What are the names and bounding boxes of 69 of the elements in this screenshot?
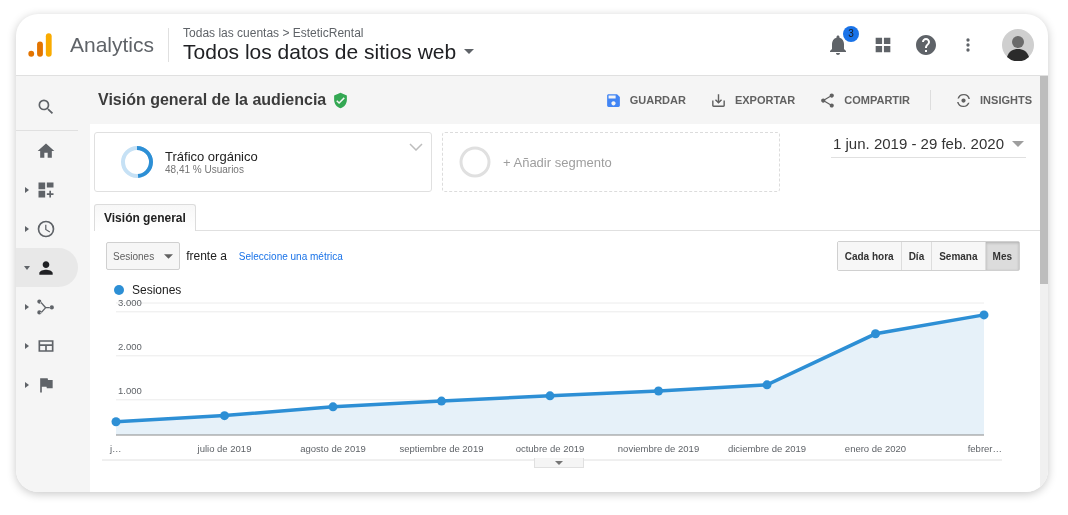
data-point <box>220 411 229 421</box>
metric-dropdown[interactable]: Sesiones <box>106 242 181 270</box>
segment-card[interactable]: Tráfico orgánico 48,41 % Usuarios <box>94 132 432 192</box>
x-tick-label: j… <box>110 443 122 454</box>
save-icon <box>604 91 622 109</box>
caret-icon <box>464 49 475 54</box>
x-tick-label: diciembre de 2019 <box>727 443 807 454</box>
segment-name: Tráfico orgánico <box>165 149 258 164</box>
caret-icon <box>164 253 174 259</box>
shield-check-icon <box>332 91 350 109</box>
help-icon[interactable] <box>914 32 938 57</box>
add-segment-label: + Añadir segmento <box>503 154 612 170</box>
granularity-button[interactable]: Día <box>901 242 933 270</box>
circle-icon <box>457 144 493 180</box>
report-title: Visión general de la audiencia <box>98 91 327 109</box>
y-tick-label: 3.000 <box>118 297 142 308</box>
search-icon <box>36 97 56 117</box>
x-tick-label: julio de 2019 <box>197 443 252 454</box>
toolbar-button[interactable]: EXPORTAR <box>709 91 796 109</box>
legend-dot <box>114 285 124 295</box>
data-point <box>871 329 880 339</box>
caret-icon <box>24 342 30 349</box>
data-point <box>654 386 663 396</box>
view-selector[interactable]: Todos los datos de sitios web <box>183 39 475 64</box>
nav-item[interactable] <box>16 248 78 287</box>
toolbar-button[interactable]: GUARDAR <box>604 91 686 109</box>
avatar[interactable] <box>1002 28 1034 61</box>
toolbar-button[interactable]: INSIGHTS <box>955 91 1032 109</box>
target-icon <box>955 91 973 109</box>
granularity-button[interactable]: Cada hora <box>837 242 902 270</box>
notification-badge: 3 <box>843 25 859 42</box>
x-tick-label: enero de 2020 <box>844 443 907 454</box>
caret-icon <box>24 225 30 232</box>
data-point <box>111 417 121 427</box>
y-tick-label: 1.000 <box>118 384 142 396</box>
data-point <box>328 402 338 412</box>
caret-icon <box>24 303 30 310</box>
granularity-button[interactable]: Semana <box>932 242 986 270</box>
donut-chart <box>119 144 155 180</box>
caret-icon <box>24 264 30 271</box>
x-tick-label: agosto de 2019 <box>300 443 366 454</box>
clock-icon <box>36 218 56 239</box>
versus-label: frente a <box>186 249 227 263</box>
x-tick-label: noviembre de 2019 <box>617 443 700 454</box>
data-point <box>545 391 555 401</box>
breadcrumb[interactable]: Todas las cuentas > EsteticRental <box>183 25 475 40</box>
x-tick-label: octubre de 2019 <box>515 443 585 454</box>
legend-label: Sesiones <box>132 283 182 297</box>
product-name: Analytics <box>70 32 155 57</box>
caret-icon <box>24 381 30 388</box>
tab[interactable]: Visión general <box>94 204 196 231</box>
y-tick-label: 2.000 <box>118 340 142 352</box>
caret-icon <box>1012 140 1024 147</box>
toolbar-button[interactable]: COMPARTIR <box>819 91 911 109</box>
date-range-picker[interactable]: 1 jun. 2019 - 29 feb. 2020 <box>831 132 1026 158</box>
data-point <box>437 396 446 406</box>
select-metric-link[interactable]: Seleccione una métrica <box>238 250 343 262</box>
expand-handle[interactable] <box>534 458 584 468</box>
x-tick-label: febrer… <box>967 443 1002 454</box>
analytics-logo <box>26 30 54 59</box>
caret-icon <box>24 186 30 193</box>
data-point <box>979 310 989 320</box>
segment-detail: 48,41 % Usuarios <box>165 164 245 175</box>
data-point <box>762 380 772 390</box>
share-icon <box>819 91 837 109</box>
granularity-button[interactable]: Mes <box>985 242 1019 270</box>
x-tick-label: septiembre de 2019 <box>399 443 484 454</box>
download-icon <box>709 91 727 109</box>
caret-icon <box>555 460 563 465</box>
